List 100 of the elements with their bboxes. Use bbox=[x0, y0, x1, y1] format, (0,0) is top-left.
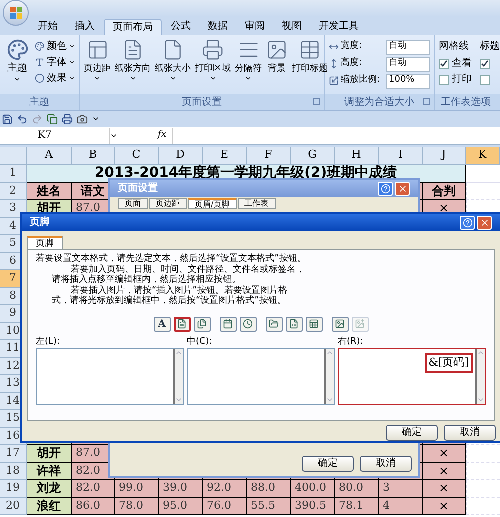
group-title: 页面设置 bbox=[182, 96, 222, 110]
caret-icon bbox=[68, 75, 75, 82]
column-header[interactable]: F bbox=[247, 147, 291, 165]
checkbox[interactable] bbox=[480, 58, 490, 68]
footer-tool-button[interactable] bbox=[174, 316, 190, 332]
dialog-button[interactable]: 取消 bbox=[444, 425, 496, 441]
footer-section-field[interactable] bbox=[187, 348, 335, 404]
tab[interactable]: 页眉/页脚 bbox=[188, 198, 237, 209]
camera-icon[interactable] bbox=[77, 114, 88, 124]
page-setup-button[interactable]: 分隔符 bbox=[235, 39, 262, 94]
help-button[interactable] bbox=[460, 216, 475, 230]
scrollbar[interactable] bbox=[173, 348, 183, 404]
close-button[interactable] bbox=[395, 182, 410, 196]
footer-tool-button[interactable] bbox=[266, 316, 282, 332]
ribbon-tab[interactable]: 开发工具 bbox=[311, 19, 367, 35]
themes-button[interactable]: 主题 bbox=[4, 39, 31, 94]
theme-option-button[interactable]: 字体 bbox=[35, 55, 75, 70]
printer-icon[interactable] bbox=[62, 114, 73, 124]
row-header[interactable]: 20 bbox=[0, 498, 27, 515]
instruction-text: 若要设置文本格式，请先选定文本，然后选择“设置文本格式”按钮。 bbox=[36, 254, 308, 264]
fit-dropdown[interactable]: 自动 bbox=[386, 40, 430, 54]
footer-tool-button[interactable] bbox=[194, 316, 210, 332]
row-header[interactable]: 2 bbox=[0, 182, 27, 200]
page-setup-button[interactable]: 背景 bbox=[266, 39, 288, 94]
dialog-launcher-icon[interactable] bbox=[313, 98, 320, 105]
table-icon bbox=[299, 39, 321, 61]
table-cell: 82.0 bbox=[72, 480, 115, 498]
row-header[interactable]: 1 bbox=[0, 165, 27, 182]
checkbox[interactable] bbox=[480, 74, 490, 84]
column-header[interactable]: D bbox=[159, 147, 203, 165]
row-header[interactable]: 17 bbox=[0, 445, 27, 462]
table-cell bbox=[466, 462, 500, 480]
copy-icon[interactable] bbox=[47, 114, 58, 124]
page-setup-button[interactable]: 打印区域 bbox=[195, 39, 231, 94]
column-header[interactable]: E bbox=[203, 147, 247, 165]
table-cell: 78.0 bbox=[115, 498, 159, 515]
column-header[interactable]: A bbox=[27, 147, 72, 165]
ribbon-tab[interactable]: 开始 bbox=[30, 19, 66, 35]
ribbon-tab[interactable]: 公式 bbox=[163, 19, 199, 35]
check-icon bbox=[440, 60, 448, 68]
row-header[interactable]: 18 bbox=[0, 462, 27, 480]
table-cell: 姓名 bbox=[27, 182, 72, 200]
clock-icon bbox=[243, 319, 253, 329]
column-header[interactable]: K bbox=[466, 147, 500, 165]
dialog-button[interactable]: 确定 bbox=[302, 456, 354, 472]
checkbox[interactable] bbox=[439, 58, 449, 68]
page-setup-button[interactable]: 打印标题 bbox=[292, 39, 328, 94]
instruction-text: 若要插入图片，请按“插入图片”按钮。若要设置图片格 bbox=[70, 286, 288, 296]
scrollbar[interactable] bbox=[475, 348, 485, 404]
footer-section-field[interactable]: &[页码] bbox=[338, 348, 486, 404]
fit-dropdown[interactable]: 自动 bbox=[386, 56, 430, 72]
close-button[interactable] bbox=[477, 216, 492, 230]
footer-tool-button[interactable] bbox=[306, 316, 322, 332]
footer-tool-button[interactable]: A bbox=[154, 316, 170, 332]
ribbon-tab[interactable]: 插入 bbox=[67, 19, 103, 35]
footer-tool-button[interactable] bbox=[220, 316, 236, 332]
undo-icon[interactable] bbox=[17, 114, 28, 124]
row-header[interactable]: 3 bbox=[0, 200, 27, 218]
ribbon-tab[interactable]: 数据 bbox=[200, 19, 236, 35]
fit-dropdown[interactable]: 100% bbox=[386, 74, 430, 88]
caret-icon[interactable] bbox=[92, 115, 100, 123]
ribbon-tab[interactable]: 页面布局 bbox=[104, 19, 162, 35]
page-setup-button[interactable]: 纸张方向 bbox=[115, 39, 151, 94]
column-header[interactable]: H bbox=[335, 147, 379, 165]
save-icon[interactable] bbox=[2, 114, 13, 124]
theme-option-button[interactable]: 颜色 bbox=[35, 39, 75, 54]
scale-icon bbox=[329, 76, 339, 86]
image-icon bbox=[335, 319, 345, 329]
column-header[interactable]: I bbox=[379, 147, 423, 165]
footer-tool-button[interactable] bbox=[332, 316, 348, 332]
footer-tool-button[interactable] bbox=[240, 316, 256, 332]
page-setup-button[interactable]: 纸张大小 bbox=[155, 39, 191, 94]
dialog-launcher-icon[interactable] bbox=[423, 98, 430, 105]
checkbox[interactable] bbox=[439, 74, 449, 84]
caret-icon bbox=[245, 75, 252, 82]
footer-section-field[interactable] bbox=[36, 348, 184, 404]
tab[interactable]: 页脚 bbox=[27, 236, 63, 249]
theme-option-button[interactable]: 效果 bbox=[35, 71, 75, 86]
column-header[interactable]: C bbox=[115, 147, 159, 165]
dialog-button[interactable]: 取消 bbox=[360, 456, 412, 472]
column-header[interactable]: G bbox=[291, 147, 335, 165]
help-button[interactable] bbox=[378, 182, 393, 196]
office-button[interactable] bbox=[3, 0, 29, 26]
column-header[interactable]: B bbox=[72, 147, 115, 165]
tab[interactable]: 页面 bbox=[118, 198, 148, 209]
scrollbar[interactable] bbox=[324, 348, 334, 404]
tab[interactable]: 页边距 bbox=[149, 198, 187, 209]
margins-icon bbox=[86, 39, 108, 61]
column-header[interactable]: J bbox=[423, 147, 466, 165]
function-button[interactable]: fx bbox=[158, 128, 166, 142]
tab[interactable]: 工作表 bbox=[238, 198, 276, 209]
option-label: 查看 bbox=[452, 56, 472, 71]
option-label: 打印 bbox=[452, 72, 472, 87]
ribbon-tab[interactable]: 审阅 bbox=[237, 19, 273, 35]
page-setup-button[interactable]: 页边距 bbox=[84, 39, 111, 94]
name-box[interactable]: K7 bbox=[0, 128, 110, 144]
ribbon-tab[interactable]: 视图 bbox=[274, 19, 310, 35]
footer-tool-button[interactable] bbox=[286, 316, 302, 332]
dialog-button[interactable]: 确定 bbox=[386, 425, 438, 441]
row-header[interactable]: 19 bbox=[0, 480, 27, 498]
